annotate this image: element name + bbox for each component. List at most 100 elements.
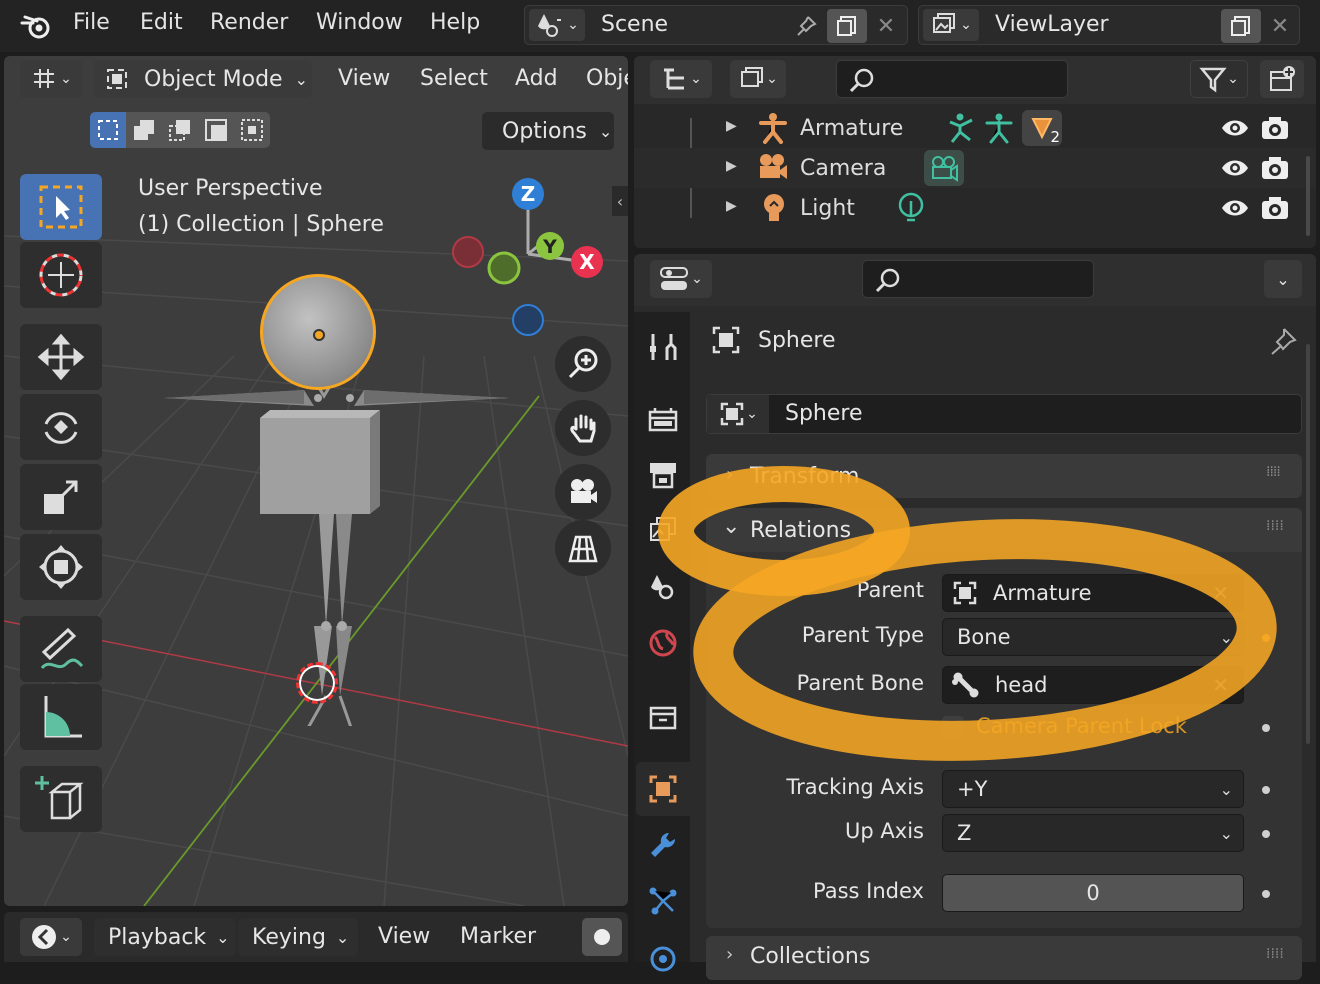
object-name-input[interactable]: Sphere — [785, 401, 863, 426]
mode-dropdown[interactable]: Object Mode ⌄ — [94, 60, 312, 98]
select-extend-icon[interactable] — [126, 112, 162, 148]
viewlayer-icon[interactable]: ⌄ — [923, 9, 979, 41]
drag-handle-icon[interactable]: ⁞⁞⁞⁞ — [1266, 518, 1284, 534]
tool-add-cube[interactable] — [20, 766, 102, 832]
parent-bone-field[interactable]: head ✕ — [942, 666, 1244, 704]
keyframe-dot[interactable] — [1262, 634, 1270, 642]
gizmo-neg-y[interactable] — [487, 251, 521, 285]
armature-data-icon[interactable] — [984, 112, 1016, 144]
outliner-row-armature[interactable]: ▶ Armature 2 — [634, 108, 1316, 148]
menu-edit[interactable]: Edit — [140, 10, 183, 35]
tool-rotate[interactable] — [20, 394, 102, 460]
new-scene-icon[interactable] — [827, 9, 867, 43]
scene-name[interactable]: Scene — [601, 12, 668, 37]
visibility-eye-icon[interactable] — [1220, 156, 1250, 180]
tab-modifiers[interactable] — [636, 818, 690, 872]
keyframe-dot[interactable] — [1262, 724, 1270, 732]
select-invert-icon[interactable] — [198, 112, 234, 148]
close-scene-icon[interactable]: ✕ — [869, 10, 903, 42]
tab-world[interactable] — [636, 616, 690, 670]
tool-scale[interactable] — [20, 464, 102, 530]
sidebar-toggle-icon[interactable]: ‹ — [612, 186, 628, 216]
keying-menu[interactable]: Keying ⌄ — [238, 918, 358, 956]
viewport-3d[interactable]: ⌄ Object Mode ⌄ View Select Add Obje Opt… — [4, 56, 628, 906]
scene-icon[interactable]: ⌄ — [529, 9, 585, 41]
record-button[interactable] — [582, 918, 622, 956]
drag-handle-icon[interactable]: ⁞⁞⁞⁞ — [1266, 946, 1284, 962]
menu-render[interactable]: Render — [210, 10, 288, 35]
camera-data-badge[interactable] — [924, 150, 964, 186]
perspective-toggle-button[interactable] — [555, 520, 611, 576]
tab-view-layer[interactable] — [636, 504, 690, 558]
tab-object[interactable] — [636, 762, 690, 816]
keyframe-dot[interactable] — [1262, 830, 1270, 838]
parent-type-dropdown[interactable]: Bone ⌄ — [942, 618, 1244, 656]
pin-icon[interactable] — [1268, 326, 1298, 356]
editor-type-button[interactable]: ⌄ — [20, 60, 82, 98]
sphere-object[interactable] — [260, 274, 376, 390]
render-camera-icon[interactable] — [1260, 154, 1290, 182]
tool-transform[interactable] — [20, 534, 102, 600]
tracking-axis-dropdown[interactable]: +Y ⌄ — [942, 770, 1244, 808]
properties-search-input[interactable] — [862, 260, 1094, 298]
keyframe-dot[interactable] — [1262, 786, 1270, 794]
drag-handle-icon[interactable]: ⁞⁞⁞⁞ — [1266, 464, 1281, 480]
tool-select-box[interactable] — [20, 174, 102, 240]
properties-scrollbar[interactable] — [1306, 344, 1310, 744]
display-mode-dropdown[interactable]: ⌄ — [730, 60, 786, 98]
select-subtract-icon[interactable] — [162, 112, 198, 148]
tab-physics[interactable] — [636, 930, 690, 984]
camera-parent-lock-checkbox[interactable] — [942, 716, 964, 738]
mesh-children-badge[interactable]: 2 — [1022, 110, 1062, 146]
tool-move[interactable] — [20, 324, 102, 390]
zoom-button[interactable] — [555, 336, 611, 392]
expand-arrow-icon[interactable]: ▶ — [726, 198, 737, 214]
pan-hand-button[interactable] — [555, 400, 611, 456]
timeline-editor-type[interactable]: ⌄ — [20, 918, 82, 956]
light-data-icon[interactable] — [896, 192, 926, 224]
close-viewlayer-icon[interactable]: ✕ — [1263, 10, 1297, 42]
outliner-editor-type[interactable]: ⌄ — [650, 60, 712, 98]
menu-file[interactable]: File — [73, 10, 110, 35]
navigation-gizmo[interactable]: Z Y X — [448, 176, 616, 346]
camera-view-button[interactable] — [555, 464, 611, 520]
keyframe-dot[interactable] — [1262, 890, 1270, 898]
panel-collections-header[interactable]: › Collections ⁞⁞⁞⁞ — [706, 936, 1302, 980]
viewlayer-name[interactable]: ViewLayer — [995, 12, 1109, 37]
object-browse-button[interactable]: ⌄ — [707, 395, 769, 433]
menu-window[interactable]: Window — [316, 10, 403, 35]
gizmo-neg-z[interactable] — [512, 304, 544, 336]
tab-render[interactable] — [636, 392, 690, 446]
tab-collection[interactable] — [636, 690, 690, 744]
outliner-row-camera[interactable]: ▶ Camera — [634, 148, 1316, 188]
select-intersect-icon[interactable] — [234, 112, 270, 148]
pass-index-input[interactable]: 0 — [942, 874, 1244, 912]
visibility-eye-icon[interactable] — [1220, 116, 1250, 140]
render-camera-icon[interactable] — [1260, 114, 1290, 142]
outliner-scrollbar[interactable] — [1306, 156, 1310, 236]
tool-annotate[interactable] — [20, 616, 102, 682]
playback-menu[interactable]: Playback ⌄ — [94, 918, 236, 956]
menu-help[interactable]: Help — [430, 10, 480, 35]
viewport-menu-object[interactable]: Obje — [586, 66, 628, 91]
visibility-eye-icon[interactable] — [1220, 196, 1250, 220]
select-new-icon[interactable] — [90, 112, 126, 148]
pin-icon[interactable] — [789, 10, 823, 42]
clear-parent-icon[interactable]: ✕ — [1212, 581, 1229, 605]
pose-icon[interactable] — [946, 112, 978, 144]
viewport-menu-add[interactable]: Add — [515, 66, 558, 91]
gizmo-neg-x[interactable] — [452, 236, 484, 268]
properties-options-dropdown[interactable]: ⌄ — [1264, 260, 1302, 298]
expand-arrow-icon[interactable]: ▶ — [726, 118, 737, 134]
expand-arrow-icon[interactable]: ▶ — [726, 158, 737, 174]
panel-transform-header[interactable]: › Transform ⁞⁞⁞⁞ — [706, 454, 1302, 498]
new-viewlayer-icon[interactable] — [1221, 9, 1261, 43]
clear-bone-icon[interactable]: ✕ — [1212, 673, 1229, 697]
tab-tool[interactable] — [636, 320, 690, 374]
viewport-menu-view[interactable]: View — [338, 66, 390, 91]
tab-particles[interactable] — [636, 874, 690, 928]
tab-scene[interactable] — [636, 560, 690, 614]
filter-dropdown[interactable]: ⌄ — [1190, 60, 1248, 98]
new-collection-button[interactable] — [1260, 60, 1304, 98]
tool-measure[interactable] — [20, 684, 102, 750]
